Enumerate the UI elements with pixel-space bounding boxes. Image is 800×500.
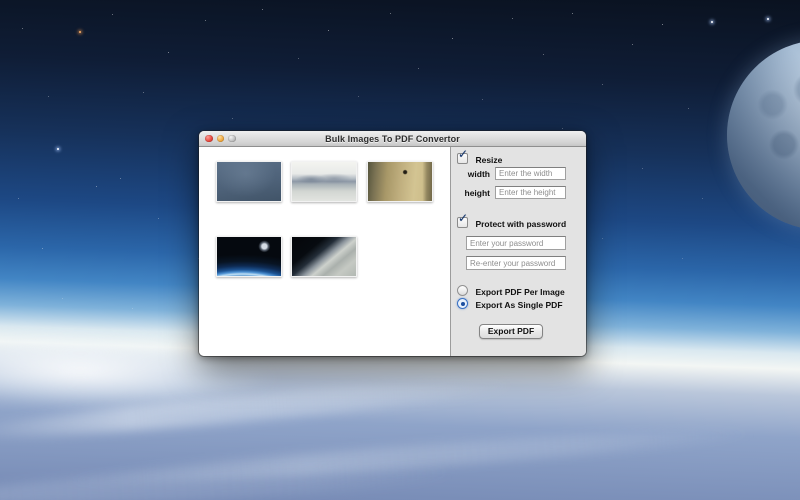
thumbnail-golden-cliff[interactable] [367,161,433,202]
options-panel: ✓ Resize width height ✓ Protect with pas… [450,147,586,356]
title-bar[interactable]: Bulk Images To PDF Convertor [199,131,586,147]
height-label: height [457,188,490,198]
window-content: ✓ Resize width height ✓ Protect with pas… [199,147,586,356]
protect-row: ✓ Protect with password [457,214,566,232]
minimize-button[interactable] [217,135,225,143]
height-input[interactable] [495,186,566,199]
checkmark-icon: ✓ [458,212,468,224]
protect-checkbox[interactable]: ✓ [457,217,468,228]
close-button[interactable] [205,135,213,143]
protect-label: Protect with password [475,219,566,229]
bright-star [57,148,59,150]
password-input[interactable] [466,236,566,250]
width-input[interactable] [495,167,566,180]
bright-star [711,21,713,23]
resize-label: Resize [475,155,502,165]
resize-checkbox[interactable]: ✓ [457,153,468,164]
thumbnail-earth-horizon[interactable] [216,236,282,277]
starfield [0,0,1,1]
desktop-wallpaper: Bulk Images To PDF Convertor ✓ Resize wi… [0,0,800,500]
export-pdf-button[interactable]: Export PDF [479,324,543,339]
checkmark-icon: ✓ [458,148,468,160]
resize-row: ✓ Resize [457,150,502,168]
window-title: Bulk Images To PDF Convertor [325,134,460,144]
password-confirm-input[interactable] [466,256,566,270]
export-single-label: Export As Single PDF [475,300,562,310]
zoom-button [228,135,236,143]
width-label: width [457,169,490,179]
image-gallery [199,147,450,356]
export-single-radio[interactable] [457,298,468,309]
thumbnail-earth-atmosphere[interactable] [291,236,357,277]
orange-star [79,31,81,33]
thumbnail-world-map[interactable] [216,161,282,202]
export-single-row: Export As Single PDF [457,295,563,313]
bright-star [767,18,769,20]
thumbnail-misty-lake[interactable] [291,161,357,202]
moon [727,40,800,230]
traffic-lights [205,131,236,146]
app-window: Bulk Images To PDF Convertor ✓ Resize wi… [199,131,586,356]
